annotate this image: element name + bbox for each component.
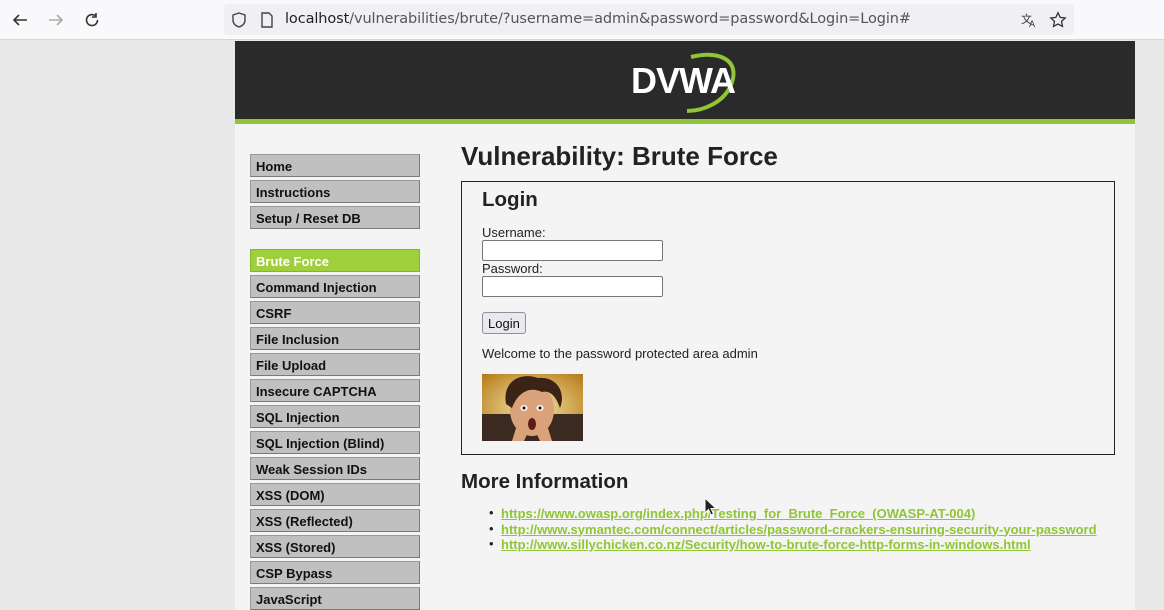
sidebar-item-weak-session-ids[interactable]: Weak Session IDs [250, 457, 420, 480]
mouse-cursor-icon [704, 497, 718, 516]
sidebar-item-instructions[interactable]: Instructions [250, 180, 420, 203]
browser-toolbar: localhost/vulnerabilities/brute/?usernam… [0, 0, 1164, 40]
sidebar-item-xss-reflected[interactable]: XSS (Reflected) [250, 509, 420, 532]
list-item: http://www.sillychicken.co.nz/Security/h… [489, 536, 1097, 553]
sidebar-item-xss-stored[interactable]: XSS (Stored) [250, 535, 420, 558]
dvwa-page: DVWA Home Instructions Setup / Reset DB Bru… [235, 41, 1135, 610]
list-item: http://www.symantec.com/connect/articles… [489, 521, 1097, 538]
login-heading: Login [482, 188, 538, 211]
sidebar-item-javascript[interactable]: JavaScript [250, 587, 420, 610]
login-box: Login Username: Password: Login Welcome … [461, 181, 1115, 455]
sidebar-item-csp-bypass[interactable]: CSP Bypass [250, 561, 420, 584]
svg-text:A: A [1029, 20, 1036, 29]
address-bar[interactable]: localhost/vulnerabilities/brute/?usernam… [224, 4, 1074, 35]
forward-arrow-icon[interactable] [44, 8, 68, 32]
login-button[interactable]: Login [482, 312, 526, 334]
back-arrow-icon[interactable] [8, 8, 32, 32]
dvwa-logo: DVWA [631, 52, 737, 113]
symantec-link[interactable]: http://www.symantec.com/connect/articles… [501, 522, 1097, 537]
url-text[interactable]: localhost/vulnerabilities/brute/?usernam… [285, 11, 911, 27]
sidebar-item-home[interactable]: Home [250, 154, 420, 177]
more-information-heading: More Information [461, 470, 629, 493]
sidebar-item-sql-injection-blind[interactable]: SQL Injection (Blind) [250, 431, 420, 454]
sidebar-item-file-upload[interactable]: File Upload [250, 353, 420, 376]
sidebar-item-setup-reset-db[interactable]: Setup / Reset DB [250, 206, 420, 229]
password-input[interactable] [482, 276, 663, 297]
translate-icon[interactable]: 文A [1020, 11, 1038, 29]
shield-icon[interactable] [230, 11, 248, 29]
sidebar-item-csrf[interactable]: CSRF [250, 301, 420, 324]
list-item: https://www.owasp.org/index.php/Testing_… [489, 505, 1097, 522]
sidebar-item-command-injection[interactable]: Command Injection [250, 275, 420, 298]
sidebar-item-sql-injection[interactable]: SQL Injection [250, 405, 420, 428]
bookmark-star-icon[interactable] [1049, 11, 1067, 29]
surprised-person-image [482, 374, 583, 441]
svg-text:DVWA: DVWA [631, 60, 736, 101]
site-header: DVWA [235, 41, 1135, 124]
sidebar-menu: Home Instructions Setup / Reset DB Brute Fo… [250, 154, 420, 610]
menu-spacer [250, 232, 420, 249]
reload-icon[interactable] [80, 8, 104, 32]
reference-links: https://www.owasp.org/index.php/Testing_… [489, 505, 1097, 553]
sidebar-item-brute-force[interactable]: Brute Force [250, 249, 420, 272]
username-input[interactable] [482, 240, 663, 261]
welcome-message: Welcome to the password protected area a… [482, 346, 758, 361]
password-label: Password: [482, 261, 543, 276]
main-content: Vulnerability: Brute Force Login Usernam… [461, 141, 1115, 552]
sillychicken-link[interactable]: http://www.sillychicken.co.nz/Security/h… [501, 537, 1031, 552]
username-label: Username: [482, 225, 546, 240]
owasp-link[interactable]: https://www.owasp.org/index.php/Testing_… [501, 506, 975, 521]
sidebar-item-xss-dom[interactable]: XSS (DOM) [250, 483, 420, 506]
sidebar-item-insecure-captcha[interactable]: Insecure CAPTCHA [250, 379, 420, 402]
sidebar-item-file-inclusion[interactable]: File Inclusion [250, 327, 420, 350]
page-title: Vulnerability: Brute Force [461, 141, 778, 171]
page-icon[interactable] [258, 11, 276, 29]
